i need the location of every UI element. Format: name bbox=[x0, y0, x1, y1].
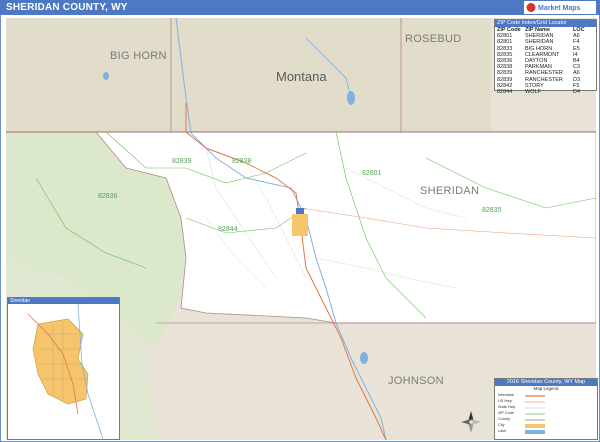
lake bbox=[360, 352, 368, 364]
legend-item: Lake bbox=[498, 429, 507, 433]
legend-item: US Hwy bbox=[498, 399, 512, 403]
zip-label: 82844 bbox=[218, 226, 238, 233]
market-maps-logo: Market Maps bbox=[524, 1, 596, 14]
north-arrow-icon bbox=[461, 411, 481, 433]
inset-map[interactable]: Sheridan bbox=[7, 297, 120, 440]
sheridan-county-label: SHERIDAN bbox=[420, 185, 480, 197]
cell: D4 bbox=[573, 88, 581, 95]
city-marker bbox=[296, 208, 304, 214]
title-bar: SHERIDAN COUNTY, WY Market Maps bbox=[0, 0, 600, 15]
zip-index-table: ZIP Code Index/Grid Locator ZIP Code ZIP… bbox=[494, 19, 597, 95]
legend-item: County bbox=[498, 417, 511, 421]
lake bbox=[103, 72, 109, 80]
legend-title: 2016 Sheridan County, WY Map bbox=[495, 379, 597, 386]
legend-item: ZIP Code bbox=[498, 411, 514, 415]
legend-item: City bbox=[498, 423, 505, 427]
table-row: 82844 WOLF D4 bbox=[495, 89, 596, 95]
zip-label: 82835 bbox=[482, 207, 502, 214]
map-legend: 2016 Sheridan County, WY Map Map Legend … bbox=[494, 378, 598, 440]
legend-subtitle: Map Legend bbox=[533, 386, 559, 391]
inset-drawing bbox=[27, 304, 104, 439]
cell: WOLF bbox=[525, 88, 541, 95]
legend-item: State Hwy bbox=[498, 405, 516, 409]
zip-label: 82836 bbox=[98, 193, 118, 200]
cell: 82844 bbox=[497, 88, 513, 95]
zip-label: 82801 bbox=[362, 170, 382, 177]
zip-table-title: ZIP Code Index/Grid Locator bbox=[495, 20, 596, 27]
rosebud-label: ROSEBUD bbox=[405, 33, 462, 45]
map-title: SHERIDAN COUNTY, WY bbox=[6, 2, 128, 13]
legend-symbols bbox=[525, 395, 545, 434]
svg-text:Market Maps: Market Maps bbox=[538, 5, 581, 12]
montana-label: Montana bbox=[276, 69, 327, 84]
big-horn-label: BIG HORN bbox=[110, 50, 167, 62]
zip-label: 82839 bbox=[172, 158, 192, 165]
zip-label: 82838 bbox=[232, 158, 252, 165]
lake bbox=[347, 91, 355, 105]
legend-item: Interstate bbox=[498, 393, 514, 397]
sheridan-city bbox=[292, 214, 308, 236]
johnson-label: JOHNSON bbox=[388, 375, 444, 387]
